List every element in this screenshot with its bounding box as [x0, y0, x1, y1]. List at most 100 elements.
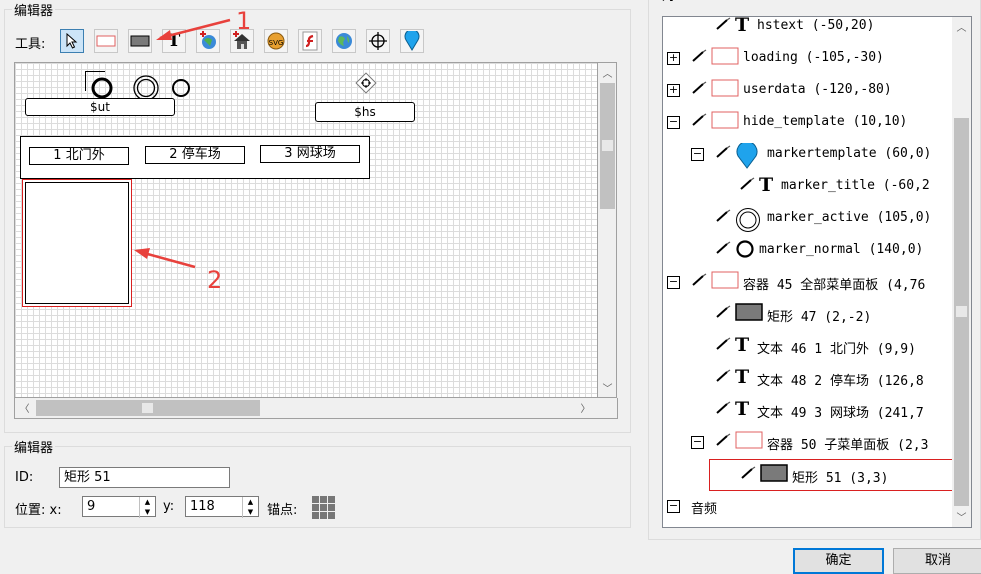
anchor-grid-icon[interactable] [312, 496, 335, 519]
tree-row[interactable]: + loading (-105,-30) [663, 43, 963, 75]
edit-pen-icon[interactable] [691, 49, 707, 63]
canvas-vscroll-thumb[interactable] [600, 83, 615, 209]
edit-pen-icon[interactable] [715, 241, 731, 255]
spin-up-icon[interactable]: ▲ [140, 497, 155, 508]
sub-menu-panel-selected[interactable] [22, 179, 132, 307]
hs-text-box[interactable]: $hs [315, 102, 415, 122]
filled-rect-icon [735, 303, 763, 325]
edit-pen-icon[interactable] [740, 466, 756, 480]
collapse-icon[interactable]: − [691, 148, 704, 161]
tree-vscroll-thumb[interactable] [954, 118, 969, 506]
x-field[interactable]: 9 ▲ ▼ [82, 496, 156, 518]
collapse-icon[interactable]: − [691, 436, 704, 449]
tree-row[interactable]: − markertemplate (60,0) [663, 139, 963, 171]
cancel-button[interactable]: 取消 [893, 548, 981, 574]
globe-icon [336, 33, 352, 49]
tree-row-label: 矩形 47 (2,-2) [767, 310, 872, 325]
crosshair-tool-button[interactable] [366, 29, 390, 53]
scroll-up-icon[interactable]: ︿ [953, 18, 970, 35]
tree-row-label: 容器 45 全部菜单面板 (4,76 [743, 278, 926, 293]
rect-outline-icon [96, 35, 116, 47]
tree-row[interactable]: marker_active (105,0) [663, 203, 963, 235]
tree-row[interactable]: 矩形 47 (2,-2) [663, 299, 963, 331]
text-t-icon: T [735, 366, 750, 388]
expand-icon[interactable]: + [667, 84, 680, 97]
rect-outline-tool-button[interactable] [94, 29, 118, 53]
svg-tool-button[interactable]: SVG [264, 29, 288, 53]
text-t-icon: T [735, 16, 750, 36]
container-rect-icon [711, 47, 739, 69]
edit-pen-icon[interactable] [715, 305, 731, 319]
x-spinner[interactable]: ▲ ▼ [139, 497, 155, 518]
tree-row-label: 文本 48 2 停车场 (126,8 [757, 374, 924, 389]
canvas-horizontal-scrollbar[interactable]: 〈 〉 [14, 398, 618, 419]
flash-tool-button[interactable] [298, 29, 322, 53]
tree-row[interactable]: marker_normal (140,0) [663, 235, 963, 267]
edit-pen-icon[interactable] [691, 273, 707, 287]
tree-row[interactable]: T 文本 46 1 北门外 (9,9) [663, 331, 963, 363]
scroll-down-icon[interactable]: ﹀ [953, 508, 970, 525]
globe-tool-button[interactable] [332, 29, 356, 53]
menu-item-3[interactable]: 3 网球场 [260, 145, 360, 163]
position-y-label: y: [163, 499, 175, 514]
tree-row-label: 文本 49 3 网球场 (241,7 [757, 406, 924, 421]
tree-row[interactable]: T 文本 48 2 停车场 (126,8 [663, 363, 963, 395]
menu-item-1[interactable]: 1 北门外 [29, 147, 129, 165]
tree-vertical-scrollbar[interactable]: ︿ ﹀ [952, 17, 971, 527]
scroll-left-icon[interactable]: 〈 [16, 399, 33, 416]
ok-button[interactable]: 确定 [793, 548, 884, 574]
tree-row[interactable]: T 文本 49 3 网球场 (241,7 [663, 395, 963, 427]
tree-row[interactable]: − hide_template (10,10) [663, 107, 963, 139]
rect-filled-tool-button[interactable] [128, 29, 152, 53]
y-value: 118 [190, 499, 215, 514]
edit-pen-icon[interactable] [691, 113, 707, 127]
container-rect-icon [711, 111, 739, 133]
menu-item-2[interactable]: 2 停车场 [145, 146, 245, 164]
tree-row-label: markertemplate (60,0) [767, 146, 932, 161]
edit-pen-icon[interactable] [715, 369, 731, 383]
spin-up-icon[interactable]: ▲ [243, 497, 258, 508]
rect-filled-icon [130, 35, 150, 47]
edit-pen-icon[interactable] [691, 81, 707, 95]
marker-pin-icon [735, 141, 759, 173]
collapse-icon[interactable]: − [667, 500, 680, 513]
canvas-vertical-scrollbar[interactable]: ︿ ﹀ [598, 62, 617, 398]
edit-pen-icon[interactable] [715, 209, 731, 223]
tree-row[interactable]: 矩形 51 (3,3) [709, 459, 969, 491]
tree-row[interactable]: + userdata (-120,-80) [663, 75, 963, 107]
ut-text-box[interactable]: $ut [25, 98, 175, 116]
edit-pen-icon[interactable] [715, 17, 731, 31]
properties-group-title: 编辑器 [12, 437, 56, 456]
edit-pen-icon[interactable] [739, 177, 755, 191]
menu-item-3-label: 3 网球场 [284, 146, 336, 161]
tree-row[interactable]: − 音频 [663, 491, 963, 523]
tree-row[interactable]: Tmarker_title (-60,2 [663, 171, 963, 203]
design-canvas[interactable]: $ut $hs 1 北门外 2 停车场 3 网球场 2 [14, 62, 598, 398]
scroll-up-icon[interactable]: ︿ [599, 64, 616, 81]
id-field[interactable]: 矩形 51 [59, 467, 230, 488]
y-field[interactable]: 118 ▲ ▼ [185, 496, 259, 518]
pointer-tool-button[interactable] [60, 29, 84, 53]
edit-pen-icon[interactable] [715, 145, 731, 159]
container-rect-icon [711, 271, 739, 293]
collapse-icon[interactable]: − [667, 116, 680, 129]
spin-down-icon[interactable]: ▼ [140, 508, 155, 519]
tree-row[interactable]: − 容器 45 全部菜单面板 (4,76 [663, 267, 963, 299]
edit-pen-icon[interactable] [715, 337, 731, 351]
tree-row-label: hide_template (10,10) [743, 114, 908, 129]
marker-pin-tool-button[interactable] [400, 29, 424, 53]
edit-pen-icon[interactable] [715, 401, 731, 415]
y-spinner[interactable]: ▲ ▼ [242, 497, 258, 518]
spin-down-icon[interactable]: ▼ [243, 508, 258, 519]
edit-pen-icon[interactable] [715, 433, 731, 447]
rect-51[interactable] [25, 182, 129, 304]
tree-row[interactable]: Thstext (-50,20) [663, 16, 963, 43]
expand-icon[interactable]: + [667, 52, 680, 65]
tree-row[interactable]: − 容器 50 子菜单面板 (2,3 [663, 427, 963, 459]
object-tree[interactable]: Thstext (-50,20) + loading (-105,-30) + user… [662, 16, 972, 528]
scroll-right-icon[interactable]: 〉 [577, 399, 594, 416]
canvas-hscroll-thumb[interactable] [36, 400, 260, 416]
scroll-down-icon[interactable]: ﹀ [599, 379, 616, 396]
collapse-icon[interactable]: − [667, 276, 680, 289]
menu-item-1-label: 1 北门外 [53, 148, 105, 163]
